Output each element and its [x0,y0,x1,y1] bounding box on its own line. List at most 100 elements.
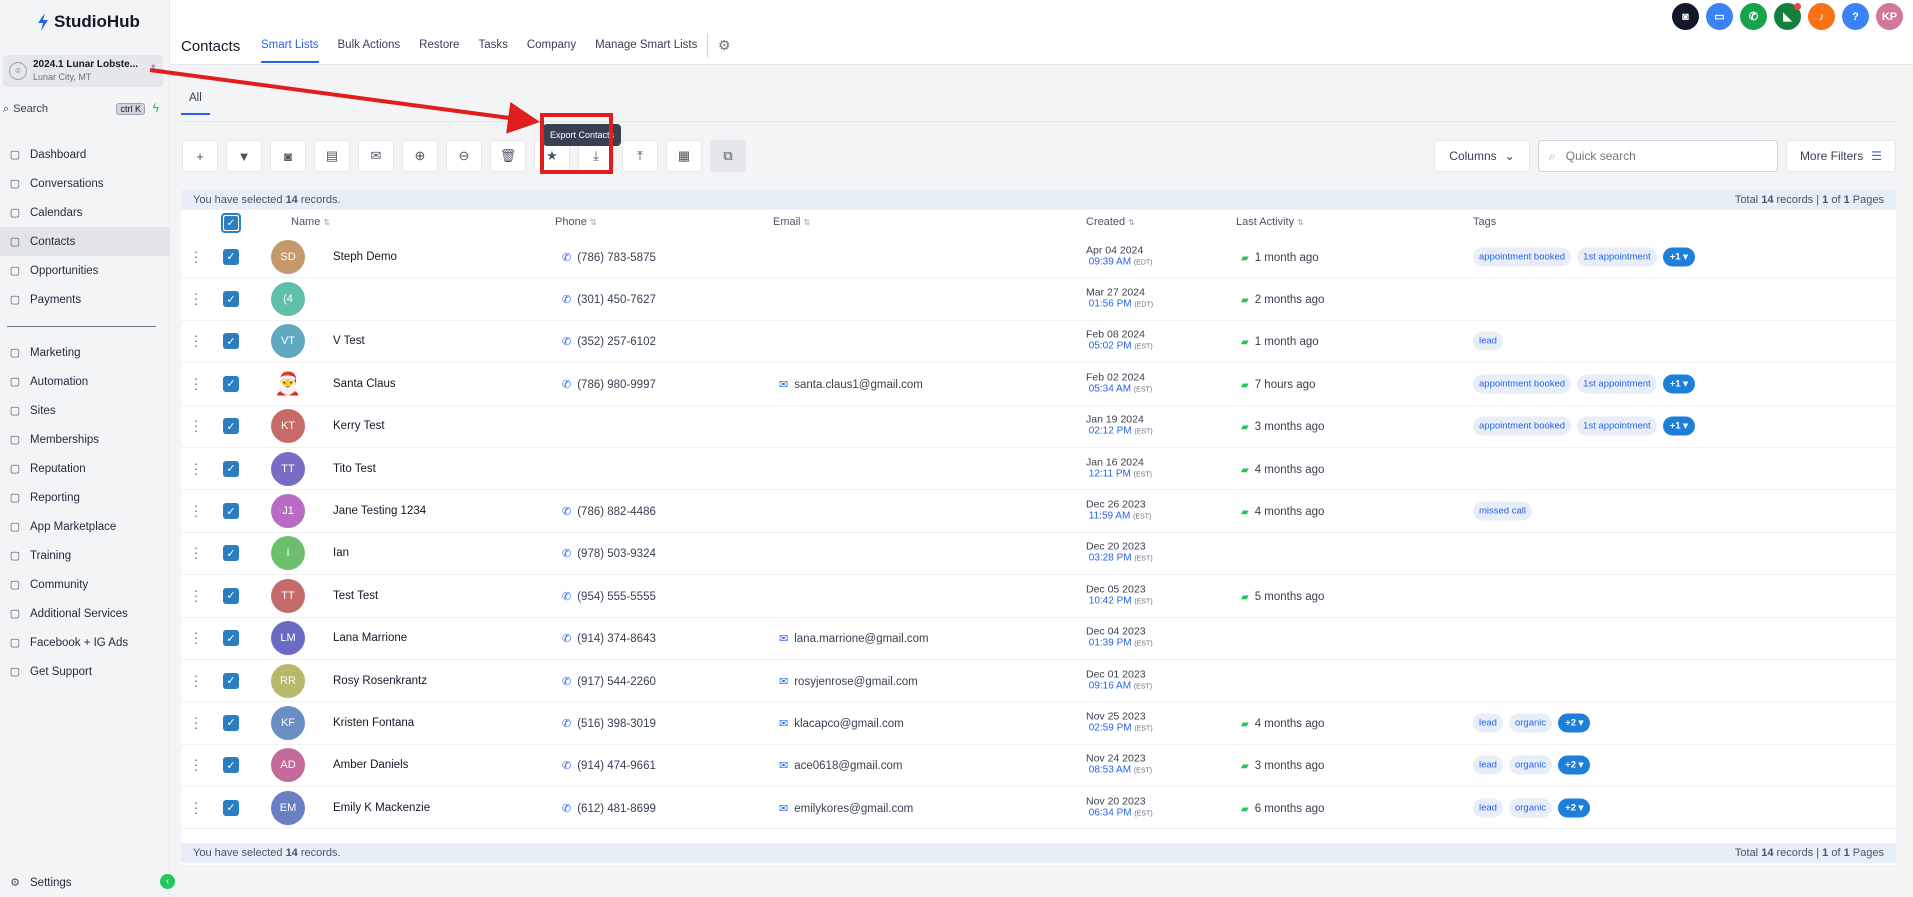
email-cell[interactable]: ✉ emilykores@gmail.com [779,801,913,815]
column-header-created[interactable]: Created ⇅ [1086,216,1135,228]
table-row[interactable]: ⋮ ✓ (4 ✆ (301) 450-7627 Mar 27 2024 01:56 PM … [181,278,1896,321]
account-switcher[interactable]: ⌾ 2024.1 Lunar Lobste... Lunar City, MT … [3,55,163,87]
phone-cell[interactable]: ✆ (914) 474-9661 [562,758,656,772]
robot-icon[interactable]: ◙ [1672,3,1699,30]
tag-badge[interactable]: appointment booked [1473,416,1572,436]
row-menu-icon[interactable]: ⋮ [189,333,203,350]
bolt-icon[interactable]: ϟ [153,101,159,115]
company-button[interactable]: ▦ [666,140,702,172]
columns-button[interactable]: Columns ⌄ [1434,140,1530,172]
help-icon[interactable]: ? [1842,3,1869,30]
row-menu-icon[interactable]: ⋮ [189,545,203,562]
brand-logo[interactable]: StudioHub [36,12,140,32]
row-menu-icon[interactable]: ⋮ [189,291,203,308]
quick-search-input[interactable] [1565,149,1756,163]
row-checkbox[interactable]: ✓ [223,757,239,774]
row-checkbox[interactable]: ✓ [223,333,239,350]
sidebar-item-memberships[interactable]: ▢ Memberships [0,425,170,454]
row-menu-icon[interactable]: ⋮ [189,672,203,689]
sidebar-item-automation[interactable]: ▢ Automation [0,367,170,396]
sidebar-item-community[interactable]: ▢ Community [0,570,170,599]
table-row[interactable]: ⋮ ✓ J1 Jane Testing 1234 ✆ (786) 882-4486 Dec … [181,490,1896,533]
row-checkbox[interactable]: ✓ [223,630,239,647]
row-checkbox[interactable]: ✓ [223,503,239,520]
sidebar-item-opportunities[interactable]: ▢ Opportunities [0,256,170,285]
sidebar-item-facebook-ig-ads[interactable]: ▢ Facebook + IG Ads [0,628,170,657]
row-checkbox[interactable]: ✓ [223,291,239,308]
sidebar-item-dashboard[interactable]: ▢ Dashboard [0,140,170,169]
select-all-checkbox[interactable]: ✓ [221,213,241,233]
table-row[interactable]: ⋮ ✓ LM Lana Marrione ✆ (914) 374-8643 ✉ lana.ma… [181,618,1896,660]
sidebar-item-sites[interactable]: ▢ Sites [0,396,170,425]
tag-badge[interactable]: organic [1508,713,1553,733]
add-contact-button[interactable]: + [182,140,218,172]
table-row[interactable]: ⋮ ✓ KT Kerry Test Jan 19 2024 02:12 PM (EST)… [181,406,1896,448]
row-menu-icon[interactable]: ⋮ [189,757,203,774]
column-header-name[interactable]: Name ⇅ [291,216,330,228]
row-checkbox[interactable]: ✓ [223,248,239,265]
contact-name[interactable]: Kristen Fontana [333,717,414,729]
sidebar-item-training[interactable]: ▢ Training [0,541,170,570]
row-menu-icon[interactable]: ⋮ [189,418,203,435]
row-menu-icon[interactable]: ⋮ [189,375,203,392]
tag-badge[interactable]: appointment booked [1473,374,1572,394]
email-cell[interactable]: ✉ rosyjenrose@gmail.com [779,674,918,688]
table-row[interactable]: ⋮ ✓ SD Steph Demo ✆ (786) 783-5875 Apr 04 2024… [181,236,1896,279]
column-header-last-activity[interactable]: Last Activity ⇅ [1236,216,1304,228]
contact-name[interactable]: Jane Testing 1234 [333,505,426,517]
contact-name[interactable]: Tito Test [333,463,376,475]
table-row[interactable]: ⋮ ✓ I Ian ✆ (978) 503-9324 Dec 20 2023 03:28 P… [181,533,1896,576]
tab-manage-smart-lists[interactable]: Manage Smart Lists [595,39,697,63]
contact-name[interactable]: Steph Demo [333,251,397,263]
more-tags-button[interactable]: +2 ▾ [1558,798,1591,818]
sidebar-search[interactable]: ⌕ Search ctrl K ϟ [3,99,163,119]
tag-badge[interactable]: lead [1473,713,1503,733]
row-checkbox[interactable]: ✓ [223,460,239,477]
phone-cell[interactable]: ✆ (612) 481-8699 [562,801,656,815]
sidebar-item-settings[interactable]: ⚙ Settings [0,868,170,897]
contact-name[interactable]: Lana Marrione [333,632,407,644]
megaphone-icon[interactable]: ◣ [1774,3,1801,30]
row-menu-icon[interactable]: ⋮ [189,248,203,265]
table-row[interactable]: ⋮ ✓ EM Emily K Mackenzie ✆ (612) 481-8699 ✉ emi… [181,787,1896,830]
tag-badge[interactable]: 1st appointment [1577,416,1657,436]
more-tags-button[interactable]: +1 ▾ [1662,416,1695,436]
settings-gear-icon[interactable]: ⚙ [718,37,731,54]
table-row[interactable]: ⋮ ✓ VT V Test ✆ (352) 257-6102 Feb 08 2024 05:… [181,321,1896,364]
row-checkbox[interactable]: ✓ [223,587,239,604]
email-cell[interactable]: ✉ klacapco@gmail.com [779,716,904,730]
column-header-phone[interactable]: Phone ⇅ [555,216,597,228]
sidebar-item-reputation[interactable]: ▢ Reputation [0,454,170,483]
merge-button[interactable]: ⧉ [710,140,746,172]
contact-name[interactable]: Kerry Test [333,420,385,432]
contact-name[interactable]: V Test [333,335,365,347]
sidebar-item-payments[interactable]: ▢ Payments [0,285,170,314]
tag-badge[interactable]: lead [1473,798,1503,818]
table-row[interactable]: ⋮ ✓ KF Kristen Fontana ✆ (516) 398-3019 ✉ klaca… [181,702,1896,745]
sidebar-item-conversations[interactable]: ▢ Conversations [0,169,170,198]
tab-tasks[interactable]: Tasks [478,39,507,63]
row-checkbox[interactable]: ✓ [223,545,239,562]
more-tags-button[interactable]: +1 ▾ [1662,374,1695,394]
phone-cell[interactable]: ✆ (954) 555-5555 [562,589,656,603]
email-cell[interactable]: ✉ santa.claus1@gmail.com [779,377,923,391]
tab-smart-lists[interactable]: Smart Lists [261,39,319,63]
table-row[interactable]: ⋮ ✓ 🎅 Santa Claus ✆ (786) 980-9997 ✉ santa.clau… [181,363,1896,406]
sms-button[interactable]: ▤ [314,140,350,172]
email-button[interactable]: ✉ [358,140,394,172]
tag-badge[interactable]: 1st appointment [1577,247,1657,267]
more-tags-button[interactable]: +2 ▾ [1558,713,1591,733]
contact-name[interactable]: Emily K Mackenzie [333,802,430,814]
avatar[interactable]: KP [1876,3,1903,30]
chat-bubble-icon[interactable]: ▭ [1706,3,1733,30]
row-checkbox[interactable]: ✓ [223,672,239,689]
table-row[interactable]: ⋮ ✓ RR Rosy Rosenkrantz ✆ (917) 544-2260 ✉ rosy… [181,660,1896,703]
column-header-email[interactable]: Email ⇅ [773,216,810,228]
tag-badge[interactable]: organic [1508,755,1553,775]
sidebar-item-contacts[interactable]: ▢ Contacts [0,227,170,256]
contact-name[interactable]: Amber Daniels [333,759,408,771]
row-checkbox[interactable]: ✓ [223,714,239,731]
tag-badge[interactable]: missed call [1473,501,1532,521]
row-checkbox[interactable]: ✓ [223,375,239,392]
phone-cell[interactable]: ✆ (914) 374-8643 [562,631,656,645]
